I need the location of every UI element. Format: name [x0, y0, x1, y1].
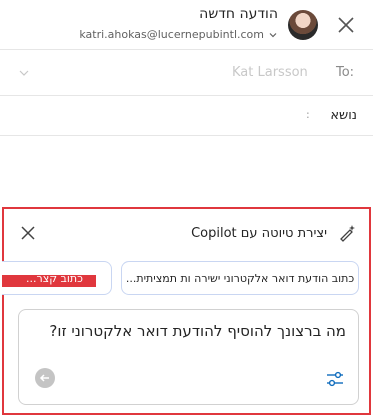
copilot-panel: יצירת טיוטה עם Copilot כתוב הודעת דואר א…	[2, 207, 371, 415]
settings-sliders-icon[interactable]	[324, 368, 346, 390]
copilot-title: יצירת טיוטה עם Copilot	[191, 226, 327, 241]
copilot-draft-icon	[337, 223, 357, 243]
sender-account[interactable]: katri.ahokas@lucernepubintl.com	[79, 28, 278, 41]
prompt-placeholder: מה ברצונך להוסיף להודעת דואר אלקטרוני זו…	[49, 322, 346, 340]
chevron-down-icon[interactable]	[18, 67, 30, 79]
subject-label: נושא	[330, 108, 357, 123]
suggestion-chip-label: כתוב קצר...	[26, 271, 83, 285]
close-icon[interactable]	[335, 14, 357, 36]
to-recipient[interactable]: Kat Larsson	[232, 65, 308, 80]
suggestion-chip-label: כתוב הודעת דואר אלקטרוני ישירה ות תמציתי…	[125, 271, 355, 285]
close-icon[interactable]	[18, 223, 38, 243]
subject-colon: :	[306, 108, 310, 121]
to-row[interactable]: To: Kat Larsson	[0, 50, 373, 96]
subject-row[interactable]: : נושא	[0, 96, 373, 136]
send-arrow-icon[interactable]	[35, 368, 55, 388]
chevron-down-icon	[269, 32, 277, 37]
prompt-input[interactable]: מה ברצונך להוסיף להודעת דואר אלקטרוני זו…	[18, 309, 359, 405]
compose-header: הודעה חדשה katri.ahokas@lucernepubintl.c…	[0, 0, 373, 50]
compose-title: הודעה חדשה	[199, 6, 278, 22]
sender-email: katri.ahokas@lucernepubintl.com	[79, 28, 264, 41]
to-label: To:	[336, 65, 355, 80]
suggestion-chip[interactable]: כתוב קצר...	[2, 261, 112, 295]
avatar	[288, 10, 318, 40]
suggestion-chip[interactable]: כתוב הודעת דואר אלקטרוני ישירה ות תמציתי…	[121, 261, 359, 295]
